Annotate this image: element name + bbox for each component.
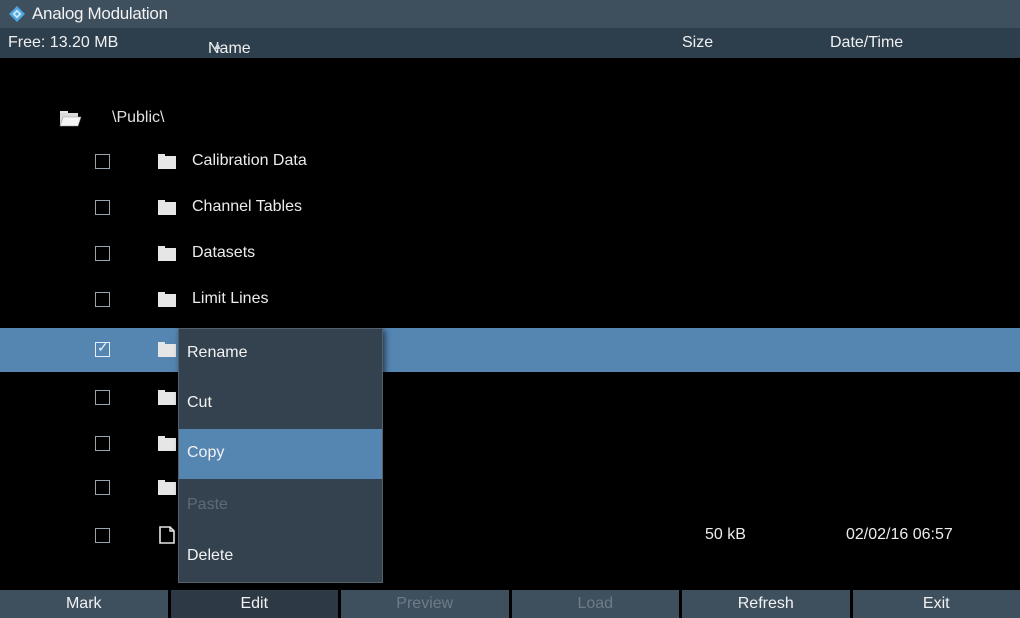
file-datetime: 02/02/16 06:57 bbox=[846, 526, 953, 543]
folder-icon bbox=[158, 246, 176, 261]
column-header: Free: 13.20 MB Name ▲ Size Date/Time bbox=[0, 28, 1020, 58]
load-softkey: Load bbox=[511, 590, 679, 618]
list-item[interactable]: Channel Tables bbox=[0, 186, 1020, 230]
list-item[interactable]: Datasets bbox=[0, 232, 1020, 276]
menu-item-cut[interactable]: Cut bbox=[179, 379, 382, 429]
file-name: Calibration Data bbox=[192, 152, 307, 169]
row-checkbox[interactable] bbox=[95, 480, 110, 495]
open-folder-icon bbox=[59, 111, 82, 127]
menu-item-copy[interactable]: Copy bbox=[179, 429, 382, 479]
path-label: \Public\ bbox=[112, 109, 165, 126]
refresh-softkey[interactable]: Refresh bbox=[682, 590, 850, 618]
row-checkbox[interactable] bbox=[95, 200, 110, 215]
list-item-selected[interactable]: ✓ bbox=[0, 328, 1020, 372]
list-item[interactable]: Limit Lines bbox=[0, 278, 1020, 322]
row-checkbox[interactable] bbox=[95, 390, 110, 405]
list-item[interactable] bbox=[0, 376, 1020, 420]
softkey-bar: Mark Edit Preview Load Refresh Exit bbox=[0, 590, 1020, 618]
sort-ascending-icon: ▲ bbox=[212, 40, 223, 52]
preview-softkey: Preview bbox=[341, 590, 509, 618]
folder-icon bbox=[158, 342, 176, 357]
folder-icon bbox=[158, 200, 176, 215]
list-item[interactable]: 50 kB 02/02/16 06:57 bbox=[0, 514, 1020, 558]
list-item[interactable] bbox=[0, 466, 1020, 510]
list-item[interactable] bbox=[0, 422, 1020, 466]
folder-icon bbox=[158, 154, 176, 169]
datetime-column-header[interactable]: Date/Time bbox=[830, 34, 903, 52]
title-bar: Analog Modulation bbox=[0, 0, 1020, 28]
file-icon bbox=[159, 526, 175, 544]
file-size: 50 kB bbox=[705, 526, 746, 543]
file-name: Channel Tables bbox=[192, 198, 303, 215]
row-checkbox[interactable] bbox=[95, 154, 110, 169]
file-name: Datasets bbox=[192, 244, 256, 261]
row-checkbox[interactable] bbox=[95, 292, 110, 307]
menu-item-rename[interactable]: Rename bbox=[179, 329, 382, 379]
folder-icon bbox=[158, 436, 176, 451]
exit-softkey[interactable]: Exit bbox=[852, 590, 1020, 618]
menu-item-delete[interactable]: Delete bbox=[179, 532, 382, 582]
size-column-header[interactable]: Size bbox=[682, 34, 713, 52]
checkmark-icon: ✓ bbox=[97, 339, 109, 355]
menu-item-paste: Paste bbox=[187, 496, 228, 513]
file-name: Limit Lines bbox=[192, 290, 269, 307]
row-checkbox[interactable] bbox=[95, 436, 110, 451]
edit-softkey[interactable]: Edit bbox=[170, 590, 338, 618]
folder-icon bbox=[158, 292, 176, 307]
row-checkbox[interactable]: ✓ bbox=[95, 339, 110, 357]
file-list: \Public\ Calibration Data Channel Tables… bbox=[0, 58, 1020, 586]
mark-softkey[interactable]: Mark bbox=[0, 590, 168, 618]
free-space-label: Free: 13.20 MB bbox=[8, 34, 119, 51]
window-title: Analog Modulation bbox=[32, 4, 168, 23]
list-item[interactable]: Calibration Data bbox=[0, 140, 1020, 184]
row-checkbox[interactable] bbox=[95, 246, 110, 261]
row-checkbox[interactable] bbox=[95, 528, 110, 543]
diamond-logo-icon bbox=[9, 6, 25, 22]
edit-context-menu: Rename Cut Copy Paste Delete bbox=[178, 328, 383, 583]
folder-icon bbox=[158, 480, 176, 495]
folder-icon bbox=[158, 390, 176, 405]
